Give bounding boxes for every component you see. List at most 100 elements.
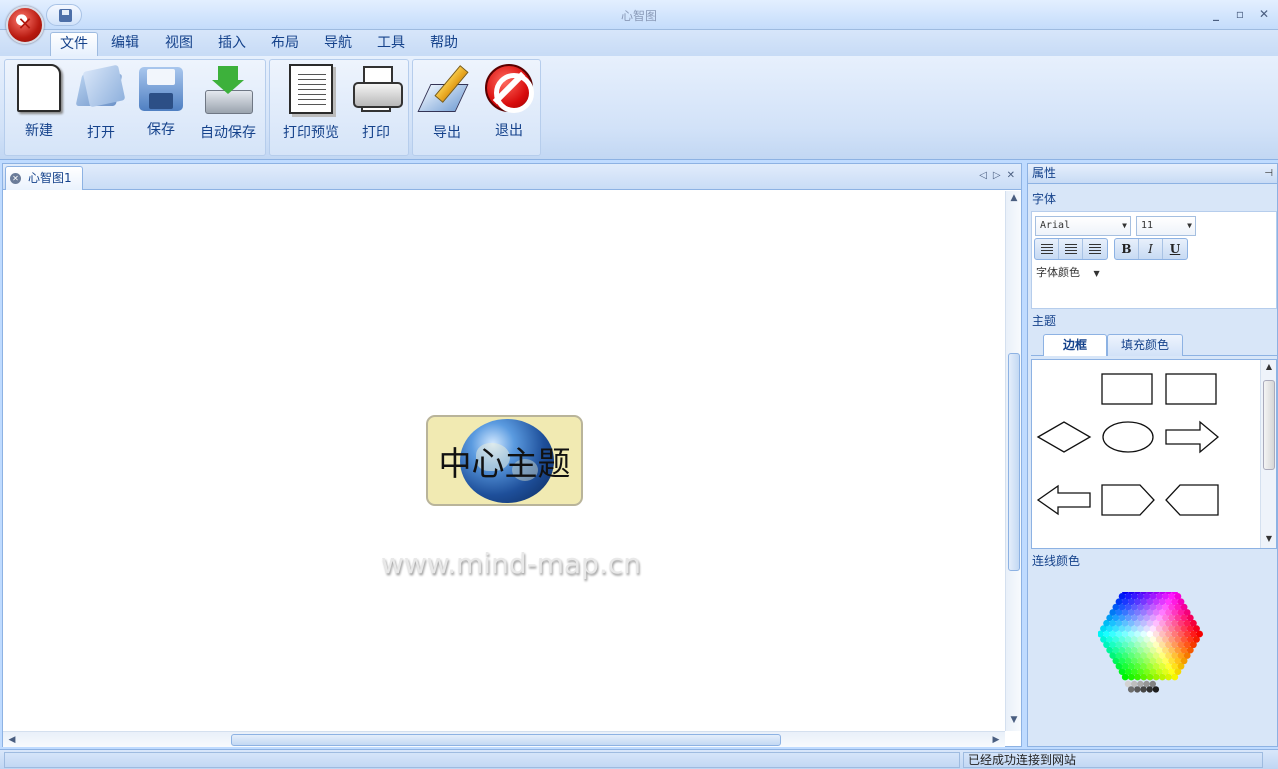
printer-icon [351, 64, 403, 114]
scroll-up-icon[interactable]: ▲ [1008, 193, 1020, 205]
align-center-button[interactable] [1059, 239, 1083, 259]
print-preview-label: 打印预览 [283, 125, 339, 141]
tab-scroll-left-icon[interactable]: ◁ [979, 170, 987, 181]
ribbon: 新建 打开 保存 自动保存 打印预览 打印 导出 退出 [0, 56, 1278, 160]
central-topic-node[interactable]: 中心主题 [426, 415, 583, 506]
scroll-up-icon[interactable]: ▲ [1263, 362, 1275, 371]
print-button[interactable]: 打印 [346, 64, 406, 141]
export-pencil-icon [422, 64, 472, 114]
align-right-button[interactable] [1083, 239, 1107, 259]
align-left-button[interactable] [1035, 239, 1059, 259]
theme-section-label: 主题 [1032, 314, 1057, 328]
alignment-buttons [1034, 238, 1108, 260]
shape-gallery-thumb[interactable] [1263, 380, 1275, 470]
autosave-label: 自动保存 [200, 125, 256, 141]
gray-swatch[interactable] [1124, 680, 1132, 688]
document-pane: ✕ 心智图1 ◁ ▷ ✕ 中心主题 www.mind-map.cn ▲ ▼ ◀ … [2, 163, 1022, 747]
tab-edit[interactable]: 编辑 [102, 32, 148, 56]
tab-fill-color[interactable]: 填充颜色 [1107, 334, 1183, 356]
font-name-select[interactable]: Arial ▼ [1035, 216, 1131, 236]
underline-button[interactable]: U [1163, 239, 1187, 259]
scroll-left-icon[interactable]: ◀ [5, 733, 19, 747]
gray-swatch[interactable] [1149, 680, 1156, 688]
pentagon-left-shape[interactable] [1165, 484, 1219, 516]
right-arrow-shape[interactable] [1165, 420, 1220, 454]
vertical-scrollbar[interactable]: ▲ ▼ [1005, 191, 1021, 731]
font-size-select[interactable]: 11 ▼ [1136, 216, 1196, 236]
font-color-picker[interactable]: 字体颜色 ▼ [1036, 264, 1100, 280]
close-document-icon[interactable]: ✕ [1007, 170, 1015, 181]
new-button[interactable]: 新建 [9, 64, 69, 140]
export-button[interactable]: 导出 [417, 64, 477, 141]
scroll-right-icon[interactable]: ▶ [989, 733, 1003, 747]
exit-button[interactable]: 退出 [479, 64, 539, 140]
gray-swatch[interactable] [1131, 680, 1138, 688]
window-title: 心智图 [620, 9, 657, 23]
tab-view[interactable]: 视图 [156, 32, 202, 56]
close-tab-icon[interactable]: ✕ [10, 173, 21, 184]
save-button[interactable]: 保存 [131, 64, 191, 140]
ribbon-tabs: 文件 编辑 视图 插入 布局 导航 工具 帮助 [0, 30, 1278, 56]
application-menu-button[interactable] [6, 6, 44, 44]
horizontal-scrollbar[interactable]: ◀ ▶ [3, 731, 1005, 747]
gray-swatch[interactable] [1140, 686, 1147, 693]
save-disk-icon [139, 67, 183, 111]
ellipse-shape[interactable] [1102, 421, 1154, 453]
shape-gallery: ▲ ▼ [1031, 359, 1277, 549]
tab-border[interactable]: 边框 [1043, 334, 1107, 356]
tab-tools[interactable]: 工具 [368, 32, 414, 56]
print-preview-button[interactable]: 打印预览 [276, 64, 346, 141]
gray-swatch[interactable] [1134, 686, 1141, 693]
print-group: 打印预览 打印 [269, 59, 409, 156]
properties-title: 属性 [1032, 166, 1057, 180]
left-arrow-shape[interactable] [1036, 484, 1091, 516]
maximize-button[interactable]: ▫ [1232, 6, 1248, 22]
tab-help[interactable]: 帮助 [421, 32, 467, 56]
chevron-down-icon: ▼ [1187, 221, 1192, 230]
tab-file[interactable]: 文件 [50, 32, 98, 56]
properties-panel: 属性 ⊣ 字体 Arial ▼ 11 ▼ B I U 字体颜色 ▼ 主题 边框 … [1027, 163, 1278, 747]
mindmap-canvas[interactable]: 中心主题 www.mind-map.cn [3, 191, 1005, 731]
status-bar: 已经成功连接到网站 [0, 749, 1278, 769]
rectangle-shape[interactable] [1101, 373, 1153, 405]
tab-mindmap1[interactable]: ✕ 心智图1 [5, 166, 83, 190]
tab-layout[interactable]: 布局 [262, 32, 308, 56]
autosave-button[interactable]: 自动保存 [195, 64, 261, 141]
diamond-shape[interactable] [1036, 421, 1092, 453]
scroll-down-icon[interactable]: ▼ [1263, 534, 1275, 543]
gray-swatch[interactable] [1143, 680, 1150, 688]
font-color-label: 字体颜色 [1036, 266, 1080, 279]
tab-navigate[interactable]: 导航 [315, 32, 361, 56]
horizontal-scroll-thumb[interactable] [231, 734, 781, 746]
print-preview-icon [289, 64, 333, 114]
scroll-down-icon[interactable]: ▼ [1008, 715, 1020, 727]
status-message: 已经成功连接到网站 [963, 752, 1263, 768]
line-color-picker[interactable] [1098, 592, 1208, 702]
title-bar: 心智图 _ ▫ ✕ [0, 0, 1278, 30]
chevron-down-icon: ▼ [1093, 269, 1100, 278]
tab-scroll-right-icon[interactable]: ▷ [993, 170, 1001, 181]
rectangle-shape-alt[interactable] [1165, 373, 1217, 405]
gray-swatch[interactable] [1152, 686, 1160, 693]
minimize-button[interactable]: _ [1208, 6, 1224, 22]
shape-gallery-scrollbar[interactable]: ▲ ▼ [1260, 360, 1276, 548]
gray-swatch[interactable] [1127, 686, 1135, 693]
italic-button[interactable]: I [1139, 239, 1163, 259]
chevron-down-icon: ▼ [1122, 221, 1127, 230]
pentagon-right-shape[interactable] [1101, 484, 1155, 516]
gray-swatch[interactable] [1146, 686, 1153, 693]
open-button[interactable]: 打开 [71, 64, 131, 141]
close-window-button[interactable]: ✕ [1256, 6, 1272, 22]
font-name-value: Arial [1040, 220, 1071, 231]
font-section-label: 字体 [1032, 192, 1057, 206]
new-document-icon [17, 64, 61, 112]
open-folder-icon [76, 64, 126, 114]
bold-button[interactable]: B [1115, 239, 1139, 259]
tab-insert[interactable]: 插入 [209, 32, 255, 56]
pin-icon[interactable]: ⊣ [1264, 164, 1273, 183]
gray-swatch[interactable] [1137, 680, 1144, 688]
align-right-icon [1089, 244, 1101, 254]
file-group: 新建 打开 保存 自动保存 [4, 59, 266, 156]
color-swatch[interactable] [1196, 630, 1203, 638]
vertical-scroll-thumb[interactable] [1008, 353, 1020, 571]
